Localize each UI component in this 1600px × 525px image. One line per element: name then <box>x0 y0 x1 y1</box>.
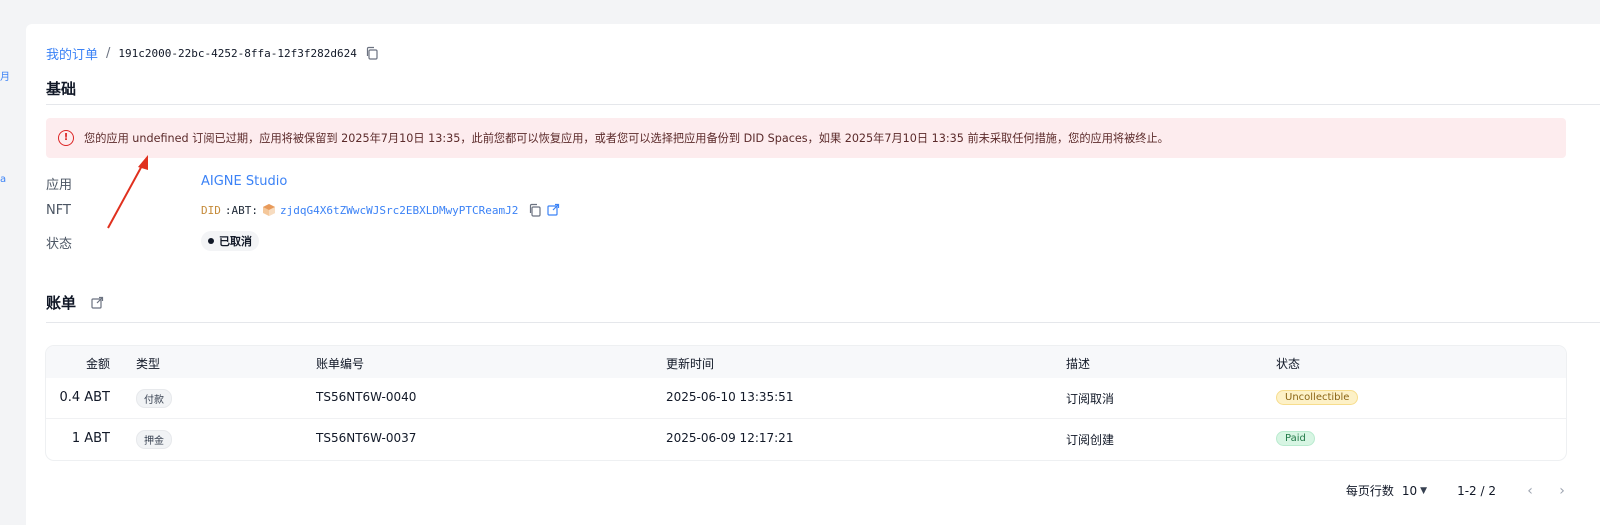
copy-icon[interactable] <box>365 46 379 60</box>
did-avatar-icon <box>262 203 276 217</box>
app-field-label: 应用 <box>46 178 73 193</box>
bills-section-title: 账单 <box>46 294 77 312</box>
did-prefix: DID <box>201 203 221 217</box>
rows-per-page-label: 每页行数 <box>1345 484 1394 498</box>
bills-table: 金额 类型 账单编号 更新时间 描述 状态 0.4 ABT 付款 TS56NT6… <box>46 346 1566 460</box>
app-link[interactable]: AIGNE Studio <box>201 174 287 189</box>
status-dot-icon <box>208 238 214 244</box>
status-badge: 已取消 <box>201 231 259 251</box>
column-header-number: 账单编号 <box>316 357 365 371</box>
row-status: Uncollectible <box>1276 389 1359 405</box>
row-description: 订阅创建 <box>1066 433 1115 447</box>
section-divider <box>46 322 1600 323</box>
type-tag: 押金 <box>136 430 172 449</box>
status-badge-text: 已取消 <box>219 235 252 248</box>
left-sidebar-edge: 月 a <box>0 0 26 525</box>
page-range: 1-2 / 2 <box>1457 483 1496 498</box>
table-header: 金额 类型 账单编号 更新时间 描述 状态 <box>46 346 1566 378</box>
column-header-status: 状态 <box>1276 357 1301 371</box>
row-amount: 1 ABT <box>71 431 110 446</box>
rows-per-page-select[interactable]: 10 ▼ <box>1402 484 1427 498</box>
column-header-description: 描述 <box>1066 357 1091 371</box>
row-type: 押金 <box>136 430 172 449</box>
row-invoice-number[interactable]: TS56NT6W-0040 <box>316 390 416 404</box>
status-badge: Uncollectible <box>1276 390 1359 405</box>
sidebar-edge-glyph: 月 <box>0 72 10 83</box>
nft-address-link[interactable]: zjdqG4X6tZWwcWJSrc2EBXLDMwyPTCReamJ2 <box>280 204 518 217</box>
order-detail-card: 我的订单 / 191c2000-22bc-4252-8ffa-12f3f282d… <box>26 24 1600 525</box>
table-row[interactable]: 0.4 ABT 付款 TS56NT6W-0040 2025-06-10 13:3… <box>46 378 1566 418</box>
caret-down-icon: ▼ <box>1420 485 1428 496</box>
order-id: 191c2000-22bc-4252-8ffa-12f3f282d624 <box>118 46 357 60</box>
nft-field-value: DID:ABT: zjdqG4X6tZWwcWJSrc2EBXLDMwyPTCR… <box>201 203 560 217</box>
breadcrumb: 我的订单 / 191c2000-22bc-4252-8ffa-12f3f282d… <box>46 44 379 63</box>
row-amount: 0.4 ABT <box>59 390 110 405</box>
app-field-value: AIGNE Studio <box>201 174 287 189</box>
basic-section-title: 基础 <box>46 80 77 98</box>
column-header-type: 类型 <box>136 357 161 371</box>
pagination: 每页行数 10 ▼ 1-2 / 2 ‹ › <box>1346 482 1574 499</box>
column-header-updated: 更新时间 <box>666 357 715 371</box>
table-row[interactable]: 1 ABT 押金 TS56NT6W-0037 2025-06-09 12:17:… <box>46 419 1566 459</box>
section-divider <box>46 104 1600 105</box>
row-updated-time: 2025-06-10 13:35:51 <box>666 390 794 404</box>
subscription-expired-alert: ! 您的应用 undefined 订阅已过期，应用将被保留到 2025年7月10… <box>46 118 1566 158</box>
rows-per-page-value: 10 <box>1401 483 1418 498</box>
sidebar-edge-glyph: a <box>0 174 7 185</box>
status-badge: Paid <box>1276 431 1315 446</box>
copy-icon[interactable] <box>528 203 542 217</box>
status-field-value: 已取消 <box>201 231 259 251</box>
row-type: 付款 <box>136 389 172 408</box>
previous-page-button[interactable]: ‹ <box>1518 483 1542 499</box>
row-updated-time: 2025-06-09 12:17:21 <box>666 431 794 445</box>
did-chain: :ABT: <box>224 203 258 217</box>
nft-field-label: NFT <box>46 203 71 218</box>
open-external-icon[interactable] <box>546 203 560 217</box>
row-description: 订阅取消 <box>1066 392 1115 406</box>
bills-section-header: 账单 <box>46 292 104 313</box>
breadcrumb-my-orders-link[interactable]: 我的订单 <box>46 44 98 63</box>
open-external-icon[interactable] <box>90 296 104 310</box>
row-invoice-number[interactable]: TS56NT6W-0037 <box>316 431 416 445</box>
type-tag: 付款 <box>136 389 172 408</box>
next-page-button[interactable]: › <box>1550 483 1574 499</box>
alert-circle-icon: ! <box>58 130 74 146</box>
row-status: Paid <box>1276 430 1315 446</box>
annotation-arrow-icon <box>107 155 148 229</box>
breadcrumb-separator: / <box>106 45 111 61</box>
alert-message: 您的应用 undefined 订阅已过期，应用将被保留到 2025年7月10日 … <box>84 132 1169 145</box>
column-header-amount: 金额 <box>86 357 111 371</box>
status-field-label: 状态 <box>46 237 73 252</box>
